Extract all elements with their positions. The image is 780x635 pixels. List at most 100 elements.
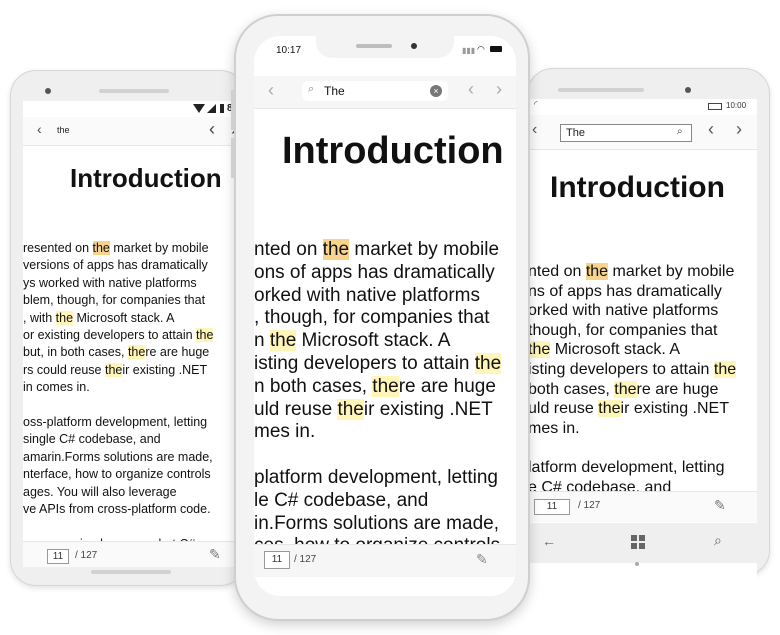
next-result-icon[interactable]: ›: [736, 119, 742, 140]
previous-result-icon[interactable]: ‹: [468, 79, 474, 100]
iphone-device: 10:17 ▮▮▮ ◠ ‹ ⌕ The × ‹ › Introduction n…: [231, 14, 530, 621]
document-line: or existing developers to attain the: [23, 327, 214, 344]
document-line: resented on the market by mobile: [23, 240, 213, 257]
android-device: 8:00 ‹ the ‹ › Introduction resented on …: [10, 70, 247, 586]
document-line: n the Microsoft stack. A: [254, 330, 501, 353]
text-run: platform development, letting: [254, 466, 498, 488]
page-count: / 127: [75, 550, 98, 561]
document-line: ons of apps has dramatically: [254, 262, 501, 285]
document-line: single C# codebase, and: [23, 431, 213, 448]
status-time: 10:00: [726, 101, 747, 110]
document-line: versions of apps has dramatically: [23, 257, 213, 274]
search-match: the: [713, 360, 737, 378]
next-result-icon[interactable]: ›: [496, 79, 502, 100]
document-line: n both cases, there are huge: [254, 375, 501, 399]
speaker-icon: [99, 89, 169, 93]
search-match: the: [598, 400, 621, 418]
text-run: or existing developers to attain: [23, 328, 197, 343]
notch: [316, 36, 454, 58]
back-arrow-icon[interactable]: ‹: [37, 121, 42, 137]
status-bar: 8:00: [23, 101, 247, 117]
previous-result-icon[interactable]: ‹: [708, 119, 714, 140]
page-number-input[interactable]: 11: [534, 499, 570, 515]
search-input[interactable]: The ⌕: [560, 124, 692, 142]
windows-device: ◜ 10:00 ‹ The ⌕ ‹ › Introduction nted on…: [527, 68, 770, 589]
document-line: mes in.: [254, 421, 501, 444]
current-search-match: the: [92, 241, 110, 255]
search-icon: ⌕: [308, 83, 315, 95]
text-run: but, in both cases,: [23, 345, 128, 360]
text-run: uld reuse: [528, 400, 599, 418]
edit-annotation-icon[interactable]: ✎: [209, 546, 221, 563]
text-run: rs could reuse: [23, 362, 105, 377]
document-line: [23, 519, 213, 536]
document-line: nted on the market by mobile: [528, 262, 736, 282]
document-line: though, for companies that: [528, 321, 736, 341]
text-run: nted on: [528, 263, 586, 280]
text-run: mes in.: [528, 419, 580, 437]
document-line: mes in.: [528, 419, 736, 439]
camera-icon: [685, 87, 691, 93]
document-text: resented on the market by mobile versions…: [23, 240, 214, 553]
document-line: oss-platform development, letting: [23, 414, 213, 431]
edit-annotation-icon[interactable]: ✎: [714, 497, 726, 514]
clear-search-icon[interactable]: ×: [430, 85, 442, 97]
document-line: the Microsoft stack. A: [528, 340, 736, 360]
text-run: orked with native platforms: [254, 284, 480, 306]
camera-icon: [411, 43, 417, 49]
text-run: n both cases,: [254, 375, 373, 397]
search-nav-icon[interactable]: ⌕: [714, 532, 722, 549]
page-number-input[interactable]: 11: [264, 551, 290, 569]
battery-icon: [708, 103, 722, 110]
document-line: , though, for companies that: [254, 307, 501, 330]
text-run: ir existing .NET: [122, 362, 208, 377]
document-line: isting developers to attain the: [254, 352, 502, 376]
speaker-icon: [356, 44, 392, 48]
text-run: resented on: [23, 241, 93, 255]
search-match: the: [372, 375, 399, 397]
search-input[interactable]: ⌕ The ×: [302, 81, 448, 101]
document-line: rs could reuse their existing .NET: [23, 362, 213, 379]
page-number-input[interactable]: 11: [47, 549, 69, 564]
page-toolbar: 11 / 127 ✎: [23, 541, 247, 567]
text-run: Microsoft stack. A: [73, 310, 175, 325]
back-nav-icon[interactable]: ←: [542, 533, 556, 549]
page-toolbar: 11 / 127 ✎: [528, 491, 757, 522]
previous-result-icon[interactable]: ‹: [209, 119, 215, 140]
document-text: nted on the market by mobile ns of apps h…: [528, 262, 737, 497]
document-line: latform development, letting: [528, 458, 736, 478]
side-button: [231, 90, 234, 130]
search-match: the: [104, 362, 123, 377]
text-run: ir existing .NET: [363, 398, 493, 420]
document-line: ns of apps has dramatically: [528, 282, 736, 302]
search-match: the: [614, 380, 637, 398]
text-run: n: [254, 330, 270, 352]
text-run: market by mobile: [608, 263, 735, 280]
document-text: nted on the market by mobile ons of apps …: [254, 239, 502, 558]
document-line: amarin.Forms solutions are made,: [23, 449, 213, 466]
status-time: 10:17: [276, 45, 302, 56]
back-arrow-icon[interactable]: ‹: [268, 80, 274, 101]
text-run: blem, though, for companies that: [23, 293, 206, 308]
text-run: market by mobile: [349, 239, 500, 260]
edit-annotation-icon[interactable]: ✎: [476, 551, 488, 568]
search-input[interactable]: the: [57, 125, 70, 135]
document-line: nterface, how to organize controls: [23, 466, 213, 483]
document-line: , with the Microsoft stack. A: [23, 310, 213, 327]
windows-start-icon[interactable]: [631, 535, 645, 549]
text-run: isting developers to attain: [254, 352, 475, 374]
document-line: blem, though, for companies that: [23, 292, 213, 309]
back-arrow-icon[interactable]: ‹: [532, 121, 537, 139]
text-run: mes in.: [254, 421, 316, 443]
text-run: , with: [23, 310, 56, 325]
battery-icon: [490, 46, 502, 52]
windows-nav-bar: ← ⌕: [528, 523, 757, 563]
speaker-icon: [558, 88, 644, 92]
document-line: uld reuse their existing .NET: [528, 399, 736, 419]
page-toolbar: 11 / 127 ✎: [254, 544, 516, 577]
wifi-icon: ◜: [534, 99, 538, 109]
wifi-icon: [193, 104, 205, 113]
text-run: Microsoft stack. A: [296, 330, 451, 352]
document-line: ages. You will also leverage: [23, 484, 213, 501]
document-line: le C# codebase, and: [254, 490, 501, 513]
